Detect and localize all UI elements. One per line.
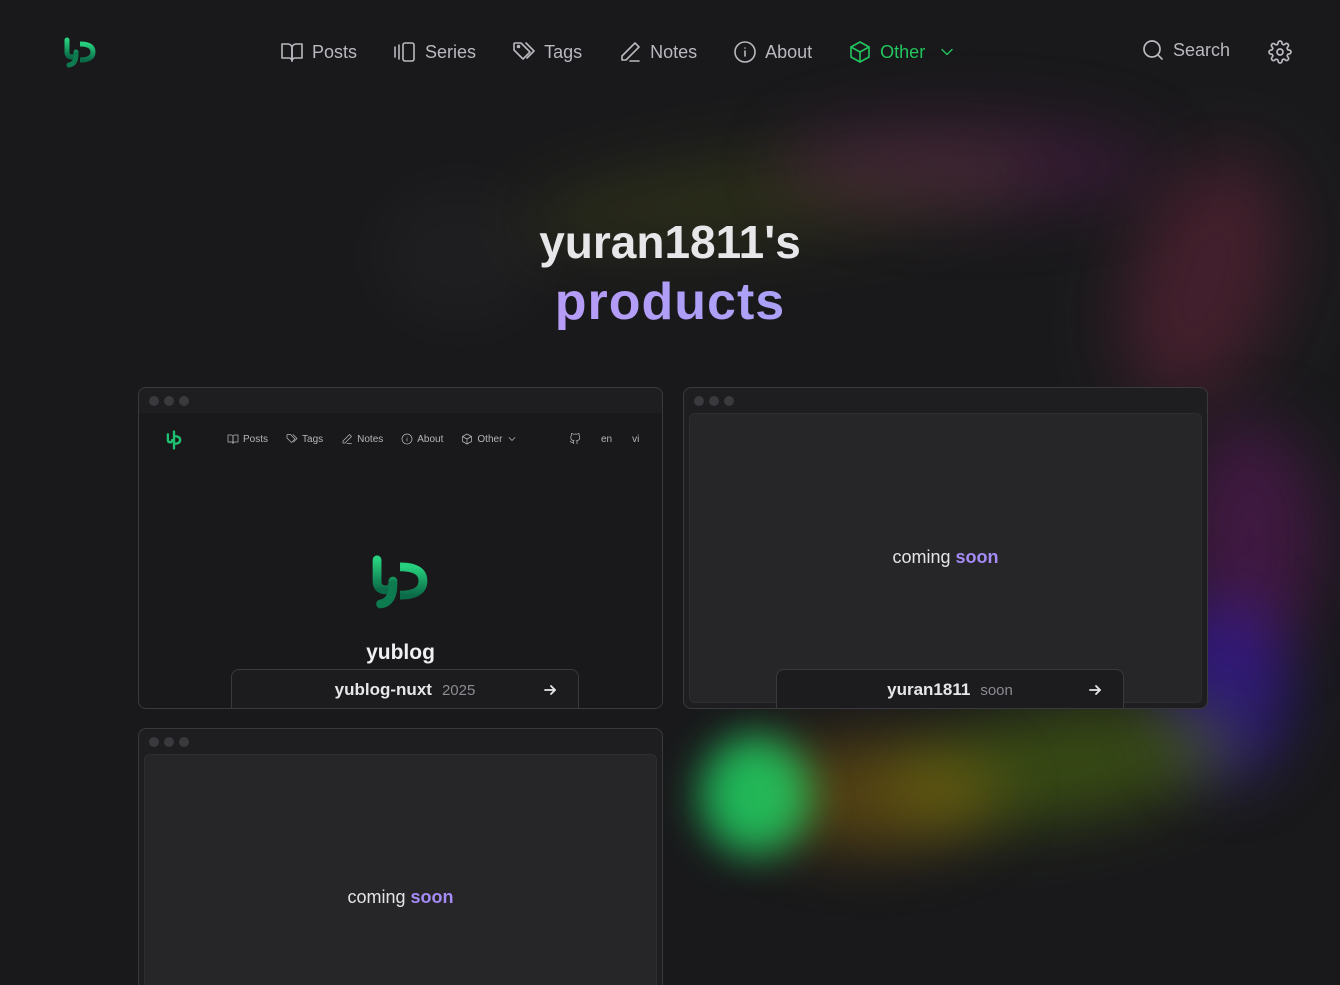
preview-nav-label: Other [477, 433, 503, 445]
pen-icon [621, 42, 640, 62]
preview-lang-en: en [601, 433, 613, 445]
search-icon [1143, 40, 1163, 60]
glow-ribbon [874, 685, 1246, 845]
title-line-owner: yuran1811's [539, 216, 801, 268]
gear-icon [1268, 40, 1292, 64]
glow-ribbon [700, 735, 810, 855]
nav-notes[interactable]: Notes [618, 40, 697, 64]
preview-nav-label: Posts [243, 433, 269, 445]
title-line-products: products [0, 272, 1340, 332]
package-icon [462, 433, 473, 445]
product-preview: Posts Tags Notes About Other en vi yublo… [139, 413, 662, 708]
product-link[interactable]: yuran1811 soon [776, 669, 1124, 708]
book-open-icon [227, 434, 239, 444]
nav-other-dropdown[interactable]: Other [848, 40, 957, 64]
preview-title: yublog [366, 641, 435, 664]
site-header: Posts Series Tags Notes About Other Sear… [0, 0, 1340, 104]
site-logo[interactable] [63, 30, 97, 74]
github-icon [569, 433, 581, 444]
preview-nav-label: About [417, 433, 444, 445]
soon-label: soon [410, 887, 454, 907]
pen-icon [342, 434, 353, 444]
product-placeholder: coming soon [144, 754, 657, 985]
nav-label: About [765, 41, 813, 62]
arrow-right-icon [544, 685, 556, 695]
coming-label: coming [347, 887, 406, 907]
preview-nav-item: Notes [341, 433, 383, 445]
preview-right-controls: en vi [569, 433, 639, 445]
tags-icon [513, 42, 535, 60]
page: Posts Series Tags Notes About Other Sear… [0, 0, 1340, 985]
window-dots [694, 396, 734, 406]
preview-nav: Posts Tags Notes About Other [227, 433, 518, 445]
arrow-right-icon [1089, 685, 1101, 695]
nav-label: Tags [544, 41, 583, 62]
package-icon [850, 41, 870, 63]
nav-posts[interactable]: Posts [280, 40, 357, 64]
glow-ribbon [780, 120, 1160, 210]
book-open-icon [281, 43, 303, 62]
yublog-logo [372, 544, 428, 618]
preview-logo [166, 430, 182, 450]
nav-series[interactable]: Series [393, 40, 476, 64]
search-label: Search [1173, 39, 1231, 60]
main-nav: Posts Series Tags Notes About Other [280, 36, 993, 68]
product-name: yuran1811 [887, 680, 971, 699]
glow-ribbon [740, 740, 1000, 850]
nav-label: Notes [650, 41, 698, 62]
page-title: yuran1811's products [0, 212, 1340, 332]
info-icon [734, 41, 756, 63]
product-card[interactable]: coming soon yuran1811 soon [683, 387, 1208, 709]
nav-label: Posts [312, 41, 358, 62]
coming-soon-text: coming soon [145, 887, 656, 908]
window-dots [149, 396, 189, 406]
product-year: soon [980, 681, 1013, 699]
product-card[interactable]: coming soon [138, 728, 663, 985]
preview-nav-item: Posts [227, 433, 268, 445]
nav-label: Other [880, 41, 926, 62]
product-year: 2025 [441, 681, 476, 699]
product-name: yublog-nuxt [334, 680, 432, 699]
soon-label: soon [955, 547, 999, 567]
search-button[interactable]: Search [1141, 38, 1230, 62]
product-placeholder: coming soon [689, 413, 1202, 703]
preview-nav-label: Notes [357, 433, 384, 445]
coming-label: coming [892, 547, 951, 567]
window-dots [149, 737, 189, 747]
preview-nav-item: Other [461, 433, 518, 445]
product-card[interactable]: Posts Tags Notes About Other en vi yublo… [138, 387, 663, 709]
preview-nav-item: About [401, 433, 443, 445]
preview-nav-label: Tags [302, 433, 324, 445]
chevron-down-icon [941, 48, 953, 56]
preview-nav-item: Tags [286, 433, 323, 445]
settings-button[interactable] [1268, 40, 1292, 69]
coming-soon-text: coming soon [690, 547, 1201, 568]
tags-icon [286, 434, 298, 443]
nav-about[interactable]: About [733, 40, 812, 64]
product-link[interactable]: yublog-nuxt 2025 [231, 669, 579, 708]
nav-label: Series [425, 41, 477, 62]
chevron-down-icon [509, 437, 516, 441]
preview-lang-vi: vi [632, 433, 640, 445]
nav-tags[interactable]: Tags [512, 40, 582, 64]
info-icon [401, 433, 413, 445]
gallery-icon [394, 42, 415, 62]
